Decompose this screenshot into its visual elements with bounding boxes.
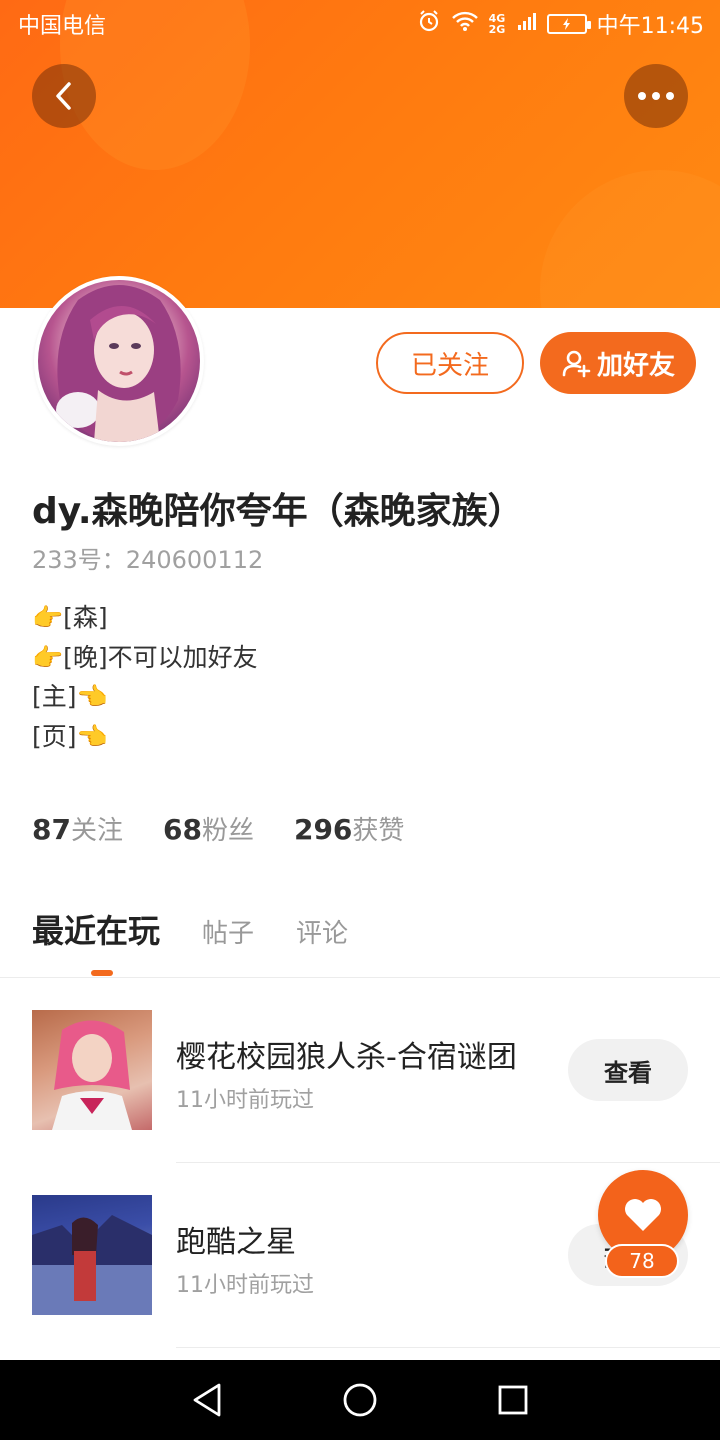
game-thumbnail [32,1195,152,1315]
battery-charging-icon [546,14,591,34]
add-friend-button[interactable]: 加好友 [540,332,696,394]
clock-time: 中午11:45 [596,14,704,39]
tab-recently-played[interactable]: 最近在玩 [32,906,160,952]
profile-tabs: 最近在玩 帖子 评论 [32,906,348,952]
game-last-played: 11小时前玩过 [176,1088,314,1113]
bio-line: 👉[晚]不可以加好友 [32,642,258,672]
back-button[interactable] [32,64,96,128]
game-thumbnail [32,1010,152,1130]
carrier-label: 中国电信 [18,14,107,39]
stat-number: 296 [293,813,353,846]
bio-line: 👉[森] [32,603,108,632]
more-options-button[interactable] [624,64,688,128]
chevron-left-icon [56,82,71,110]
circle-home-icon [343,1383,377,1417]
bio-line: [页]👈 [32,721,108,751]
alarm-icon [417,9,441,39]
game-last-played: 11小时前玩过 [176,1273,314,1298]
username: dy.森晚陪你夸年（森晚家族） [32,491,524,532]
following-button[interactable]: 已关注 [376,332,524,394]
game-title: 樱花校园狼人杀-合宿谜团 [176,1040,517,1075]
list-item[interactable]: 樱花校园狼人杀-合宿谜团 11小时前玩过 查看 [0,978,720,1164]
stat-following[interactable]: 87 关注 [32,810,123,847]
active-tab-indicator [91,970,113,976]
stat-likes[interactable]: 296 获赞 [294,810,404,847]
stat-number: 87 [32,813,71,846]
profile-header-banner: 中国电信 4G 2G 中午11:45 [0,0,720,308]
divider [176,1347,720,1348]
status-bar: 中国电信 4G 2G 中午11:45 [0,0,720,48]
system-navigation-bar [0,1360,720,1440]
stat-followers[interactable]: 68 粉丝 [163,810,254,847]
stat-label: 关注 [70,816,123,846]
add-friend-button-label: 加好友 [596,350,675,381]
stat-label: 获赞 [352,816,405,846]
like-count-badge: 78 [605,1244,679,1278]
user-id: 233号：240600112 [32,546,264,574]
network-type-label: 4G 2G [488,12,506,36]
nav-home-button[interactable] [330,1370,390,1430]
tab-posts[interactable]: 帖子 [202,913,254,950]
header-decoration [540,170,720,308]
tab-comments[interactable]: 评论 [296,913,348,950]
heart-icon [625,1199,661,1231]
stat-label: 粉丝 [201,816,254,846]
nav-back-button[interactable] [177,1370,237,1430]
view-game-button[interactable]: 查看 [568,1039,688,1101]
bio-line: [主]👈 [32,682,108,711]
profile-stats: 87 关注 68 粉丝 296 获赞 [32,810,404,847]
more-dots-icon [638,92,674,100]
game-title: 跑酷之星 [176,1225,296,1260]
nav-recent-button[interactable] [483,1370,543,1430]
signal-icon [517,11,537,37]
bio: 👉[森] 👉[晚]不可以加好友 [主]👈 [页]👈 [32,598,258,756]
avatar-image [38,280,200,442]
wifi-icon [451,10,479,38]
stat-number: 68 [162,813,202,846]
following-button-label: 已关注 [410,350,489,381]
avatar[interactable] [34,276,204,446]
triangle-back-icon [193,1383,221,1417]
user-plus-icon [562,350,591,378]
square-recent-icon [498,1385,528,1415]
